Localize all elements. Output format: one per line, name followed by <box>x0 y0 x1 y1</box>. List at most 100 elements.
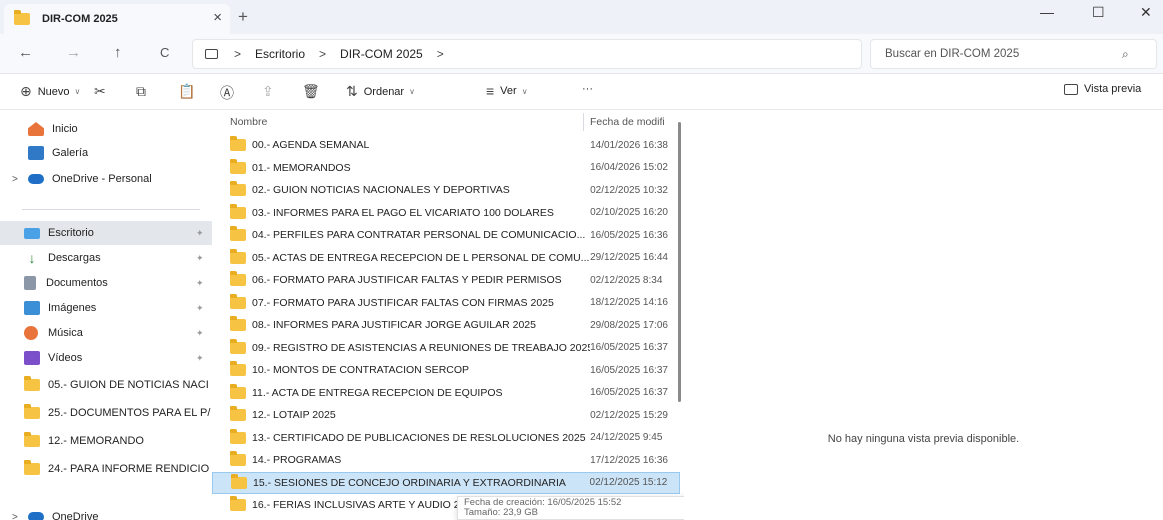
sidebar-item-label: 25.- DOCUMENTOS PARA EL P/ <box>48 407 211 419</box>
folder-icon <box>230 271 246 286</box>
up-button[interactable]: ↑ <box>114 44 122 61</box>
rename-button[interactable]: Ⓐ <box>220 83 240 103</box>
more-options-button[interactable]: ··· <box>582 83 593 95</box>
window-close-button[interactable]: ✕ <box>1140 4 1152 21</box>
file-row[interactable]: 10.- MONTOS DE CONTRATACION SERCOP 16/05/… <box>212 359 680 381</box>
sidebar-item-onedrive[interactable]: > OneDrive <box>0 505 212 520</box>
view-lines-icon: ≡ <box>486 83 495 99</box>
address-bar[interactable]: > Escritorio > DIR-COM 2025 > <box>192 39 862 69</box>
trash-icon: 🗑 <box>302 83 320 99</box>
folder-icon <box>230 361 246 376</box>
folder-icon <box>230 338 246 354</box>
sidebar-item-imagenes[interactable]: Imágenes ✦ <box>0 296 212 320</box>
sidebar-item-videos[interactable]: Vídeos ✦ <box>0 346 212 370</box>
file-row[interactable]: 07.- FORMATO PARA JUSTIFICAR FALTAS CON … <box>212 292 680 314</box>
forward-button[interactable]: → <box>66 44 81 61</box>
column-divider[interactable] <box>583 113 584 131</box>
scrollbar-thumb[interactable] <box>678 122 681 402</box>
breadcrumb-dir-com[interactable]: DIR-COM 2025 <box>340 47 423 61</box>
column-header-name[interactable]: Nombre <box>230 111 267 133</box>
file-row[interactable]: 00.- AGENDA SEMANAL 14/01/2026 16:38 <box>212 134 680 156</box>
file-name: 06.- FORMATO PARA JUSTIFICAR FALTAS Y PE… <box>252 274 562 286</box>
more-label: ··· <box>582 83 593 95</box>
cloud-icon <box>28 512 44 520</box>
file-name: 02.- GUION NOTICIAS NACIONALES Y DEPORTI… <box>252 184 510 196</box>
sort-button[interactable]: ⇅ Ordenar ∨ <box>346 83 415 100</box>
computer-icon <box>205 49 218 59</box>
chevron-down-icon: ∨ <box>521 86 528 96</box>
preview-pane-button[interactable]: Vista previa <box>1064 83 1141 95</box>
sidebar-item-label: Inicio <box>52 123 78 135</box>
folder-icon <box>230 203 246 219</box>
chevron-right-icon[interactable]: > <box>12 512 18 520</box>
column-header-label: Nombre <box>230 116 268 128</box>
file-row[interactable]: 11.- ACTA DE ENTREGA RECEPCION DE EQUIPO… <box>212 382 680 404</box>
refresh-button[interactable]: C <box>160 45 169 60</box>
sidebar-item-musica[interactable]: Música ✦ <box>0 321 212 345</box>
column-header-date[interactable]: Fecha de modifi <box>590 111 665 133</box>
sidebar-item-descargas[interactable]: ↓ Descargas ✦ <box>0 246 212 270</box>
new-button[interactable]: ⊕ Nuevo ∨ <box>20 83 80 100</box>
breadcrumb-separator[interactable]: > <box>437 47 444 61</box>
sidebar-item-galeria[interactable]: Galería <box>0 141 212 165</box>
file-row[interactable]: 12.- LOTAIP 2025 02/12/2025 15:29 <box>212 404 680 426</box>
chevron-down-icon: ∨ <box>74 87 81 96</box>
share-icon: ⇪ <box>262 83 274 99</box>
file-date: 29/12/2025 16:44 <box>590 252 668 263</box>
share-button[interactable]: ⇪ <box>262 83 280 100</box>
folder-icon <box>24 460 40 475</box>
sidebar-item-folder[interactable]: 25.- DOCUMENTOS PARA EL P/ <box>0 401 212 425</box>
sidebar-item-label: Descargas <box>48 252 101 264</box>
folder-icon <box>231 473 247 489</box>
sidebar-item-escritorio[interactable]: Escritorio ✦ <box>0 221 212 245</box>
copy-button[interactable]: ⧉ <box>136 83 152 100</box>
file-date: 29/08/2025 17:06 <box>590 319 668 331</box>
file-row[interactable]: 14.- PROGRAMAS 17/12/2025 16:36 <box>212 449 680 471</box>
file-name: 15.- SESIONES DE CONCEJO ORDINARIA Y EXT… <box>253 476 566 489</box>
pin-icon: ✦ <box>196 352 204 363</box>
sidebar-item-onedrive-personal[interactable]: > OneDrive - Personal <box>0 167 212 191</box>
folder-icon <box>230 136 246 151</box>
file-row[interactable]: 02.- GUION NOTICIAS NACIONALES Y DEPORTI… <box>212 179 680 201</box>
file-name: 00.- AGENDA SEMANAL <box>252 139 370 151</box>
file-date: 14/01/2026 16:38 <box>590 139 668 151</box>
folder-icon <box>230 158 246 174</box>
sidebar-item-label: Escritorio <box>48 227 94 239</box>
search-input[interactable]: Buscar en DIR-COM 2025 ⌕ <box>870 39 1157 69</box>
tab-dir-com[interactable]: DIR-COM 2025 × <box>4 4 230 34</box>
pin-icon: ✦ <box>196 252 204 263</box>
file-row[interactable]: 06.- FORMATO PARA JUSTIFICAR FALTAS Y PE… <box>212 269 680 291</box>
file-row[interactable]: 04.- PERFILES PARA CONTRATAR PERSONAL DE… <box>212 224 680 246</box>
sidebar-item-folder[interactable]: 05.- GUION DE NOTICIAS NACI <box>0 373 212 397</box>
sidebar-item-label: 05.- GUION DE NOTICIAS NACI <box>48 379 209 391</box>
file-date: 16/05/2025 16:37 <box>590 364 668 376</box>
paste-button[interactable]: 📋 <box>178 83 201 100</box>
file-name: 12.- LOTAIP 2025 <box>252 409 336 421</box>
breadcrumb-escritorio[interactable]: Escritorio <box>255 47 305 61</box>
copy-icon: ⧉ <box>136 83 146 99</box>
file-row[interactable]: 05.- ACTAS DE ENTREGA RECEPCION DE L PER… <box>212 247 680 269</box>
file-row[interactable]: 13.- CERTIFICADO DE PUBLICACIONES DE RES… <box>212 427 680 449</box>
cut-button[interactable]: ✂ <box>94 83 112 100</box>
file-date: 02/12/2025 10:32 <box>590 184 668 196</box>
sidebar-item-inicio[interactable]: Inicio <box>0 117 212 141</box>
folder-icon <box>230 451 246 466</box>
back-button[interactable]: ← <box>18 44 33 61</box>
file-row[interactable]: 09.- REGISTRO DE ASISTENCIAS A REUNIONES… <box>212 337 680 359</box>
new-tab-button[interactable]: + <box>238 7 248 27</box>
sidebar-item-folder[interactable]: 12.- MEMORANDO <box>0 429 212 453</box>
sidebar-item-folder[interactable]: 24.- PARA INFORME RENDICIO <box>0 457 212 481</box>
file-row[interactable]: 08.- INFORMES PARA JUSTIFICAR JORGE AGUI… <box>212 314 680 336</box>
minimize-button[interactable]: — <box>1040 4 1054 20</box>
chevron-right-icon[interactable]: > <box>12 174 18 185</box>
home-icon <box>28 122 44 136</box>
maximize-button[interactable]: ☐ <box>1092 4 1105 21</box>
file-row[interactable]: 01.- MEMORANDOS 16/04/2026 15:02 <box>212 157 680 179</box>
delete-button[interactable]: 🗑 <box>302 83 326 100</box>
sidebar-item-documentos[interactable]: Documentos ✦ <box>0 271 212 295</box>
file-row[interactable]: 03.- INFORMES PARA EL PAGO EL VICARIATO … <box>212 202 680 224</box>
file-row[interactable]: 15.- SESIONES DE CONCEJO ORDINARIA Y EXT… <box>212 471 680 494</box>
folder-icon <box>230 226 246 241</box>
view-button[interactable]: ≡ Ver ∨ <box>486 83 528 99</box>
tab-close-button[interactable]: × <box>213 9 222 26</box>
